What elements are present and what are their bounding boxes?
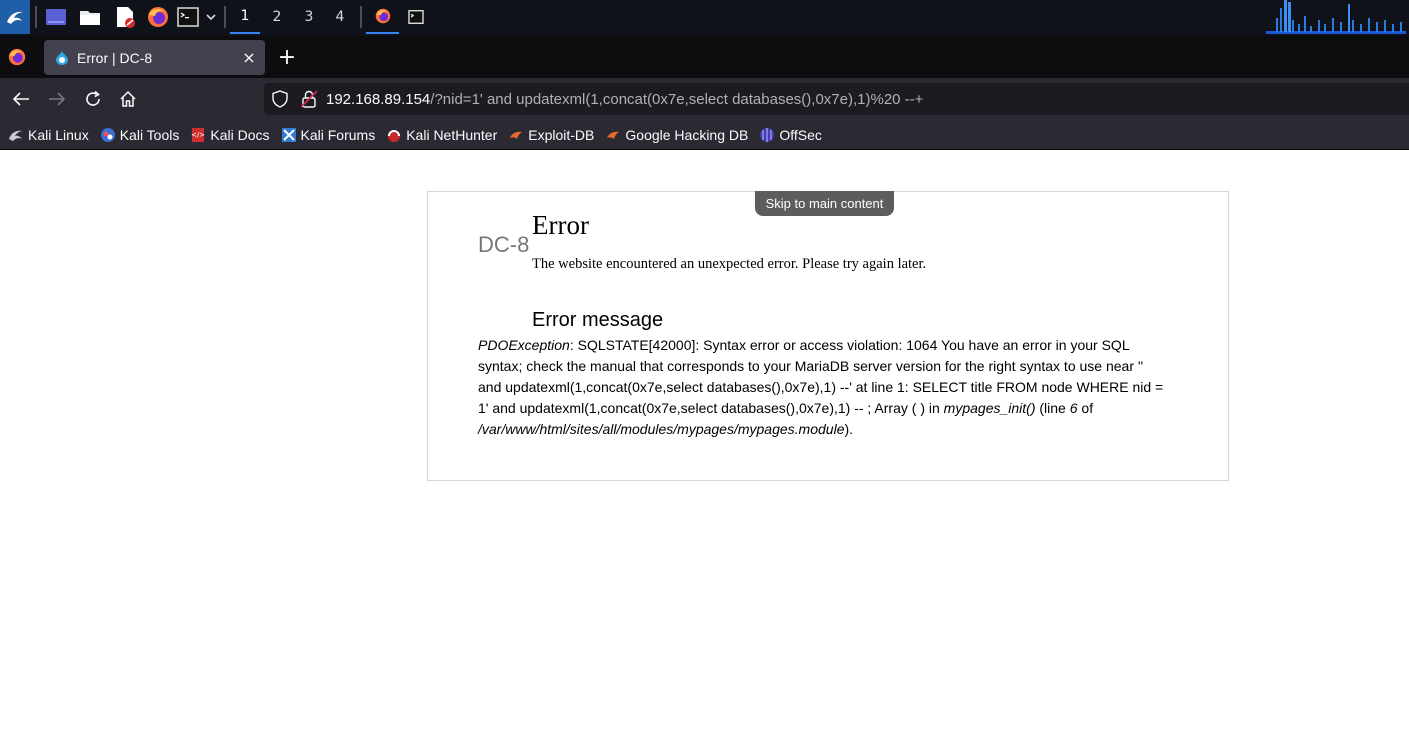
bookmark-label: Kali Tools <box>119 126 180 143</box>
url-bar[interactable]: 192.168.89.154/?nid=1' and updatexml(1,c… <box>264 83 1409 115</box>
web-page-content: Skip to main content DC-8 Error The webs… <box>0 151 1409 740</box>
home-button[interactable] <box>114 85 142 113</box>
bookmark-kali-forums[interactable]: Kali Forums <box>281 126 376 143</box>
taskbar-separator <box>224 6 226 28</box>
bookmark-label: Google Hacking DB <box>625 126 749 143</box>
bookmark-label: Kali Forums <box>300 126 376 143</box>
error-message-heading: Error message <box>532 309 664 331</box>
arrow-left-icon <box>12 92 29 106</box>
workspace-1[interactable]: 1 <box>230 0 260 34</box>
tab-error-dc8[interactable]: Error | DC-8 × <box>44 40 265 75</box>
desktop-icon[interactable] <box>44 0 68 34</box>
kali-docs-icon: </> <box>191 127 206 142</box>
tracking-shield-icon[interactable] <box>272 90 288 108</box>
firefox-window-icon[interactable] <box>366 0 399 34</box>
file-manager-icon[interactable] <box>78 0 102 34</box>
chevron-down-icon[interactable] <box>203 0 219 34</box>
forward-button[interactable] <box>43 85 71 113</box>
taskbar-separator <box>35 6 37 28</box>
bookmark-label: Exploit-DB <box>528 126 595 143</box>
drupal-favicon-icon <box>56 50 68 65</box>
error-subtitle: The website encountered an unexpected er… <box>532 256 927 272</box>
page-title: Error <box>532 210 589 240</box>
bookmarks-toolbar: Kali Linux Kali Tools </> Kali Docs Kali… <box>0 120 1409 150</box>
ghdb-icon <box>607 131 620 139</box>
navigation-toolbar: 192.168.89.154/?nid=1' and updatexml(1,c… <box>0 78 1409 120</box>
error-text-part: of <box>1077 400 1094 416</box>
bookmark-kali-linux[interactable]: Kali Linux <box>8 127 89 143</box>
workspace-3[interactable]: 3 <box>294 0 324 34</box>
bookmark-offsec[interactable]: OffSec <box>759 127 822 143</box>
bookmark-label: OffSec <box>779 126 822 143</box>
exploit-db-icon <box>510 131 523 139</box>
url-host: 192.168.89.154 <box>326 90 431 108</box>
reload-icon <box>86 90 100 106</box>
svg-text:</>: </> <box>191 131 205 139</box>
offsec-icon <box>760 127 775 142</box>
bookmark-kali-nethunter[interactable]: Kali NetHunter <box>386 127 497 143</box>
reload-button[interactable] <box>79 85 107 113</box>
kali-menu-icon[interactable] <box>0 0 30 34</box>
text-editor-icon[interactable] <box>113 0 137 34</box>
error-file-path: /var/www/html/sites/all/modules/mypages/… <box>478 421 845 437</box>
bookmark-label: Kali Linux <box>28 126 89 143</box>
firefox-view-icon[interactable] <box>8 48 26 66</box>
error-function: mypages_init() <box>943 400 1036 416</box>
terminal-window-icon[interactable] <box>404 0 428 34</box>
url-path: /?nid=1' and updatexml(1,concat(0x7e,sel… <box>430 90 924 108</box>
workspace-2[interactable]: 2 <box>262 0 292 34</box>
insecure-lock-icon[interactable] <box>301 90 317 108</box>
nethunter-icon <box>388 129 401 142</box>
error-line-number: 6 <box>1069 400 1078 416</box>
tab-title: Error | DC-8 <box>77 49 153 66</box>
bookmark-google-hacking-db[interactable]: Google Hacking DB <box>605 127 748 143</box>
new-tab-button[interactable]: + <box>274 44 300 70</box>
tab-close-icon[interactable]: × <box>237 46 261 70</box>
error-message-text: PDOException: SQLSTATE[42000]: Syntax er… <box>478 335 1168 440</box>
back-button[interactable] <box>7 85 35 113</box>
bookmark-label: Kali NetHunter <box>406 126 498 143</box>
error-text-part: ). <box>844 421 854 437</box>
error-page-container: Skip to main content DC-8 Error The webs… <box>427 191 1229 481</box>
kali-dragon-icon <box>9 130 22 141</box>
arrow-right-icon <box>49 92 66 106</box>
bookmark-kali-docs[interactable]: </> Kali Docs <box>190 127 269 143</box>
firefox-icon[interactable] <box>146 0 170 34</box>
workspace-4[interactable]: 4 <box>325 0 355 34</box>
taskbar-separator <box>360 6 362 28</box>
browser-tab-strip: Error | DC-8 × + <box>0 36 1409 78</box>
bookmark-exploit-db[interactable]: Exploit-DB <box>508 127 594 143</box>
bookmark-kali-tools[interactable]: Kali Tools <box>100 126 180 143</box>
kali-tools-icon <box>100 127 115 142</box>
home-icon <box>120 90 136 107</box>
terminal-icon[interactable] <box>176 0 200 34</box>
system-taskbar: 1 2 3 4 <box>0 0 1409 36</box>
bookmark-label: Kali Docs <box>210 126 270 143</box>
skip-to-main-link[interactable]: Skip to main content <box>755 191 894 216</box>
site-name[interactable]: DC-8 <box>478 232 529 258</box>
kali-forums-icon <box>281 127 296 142</box>
error-text-part: (line <box>1035 400 1070 416</box>
exception-name: PDOException <box>478 337 570 353</box>
cpu-usage-graph <box>1266 0 1406 34</box>
